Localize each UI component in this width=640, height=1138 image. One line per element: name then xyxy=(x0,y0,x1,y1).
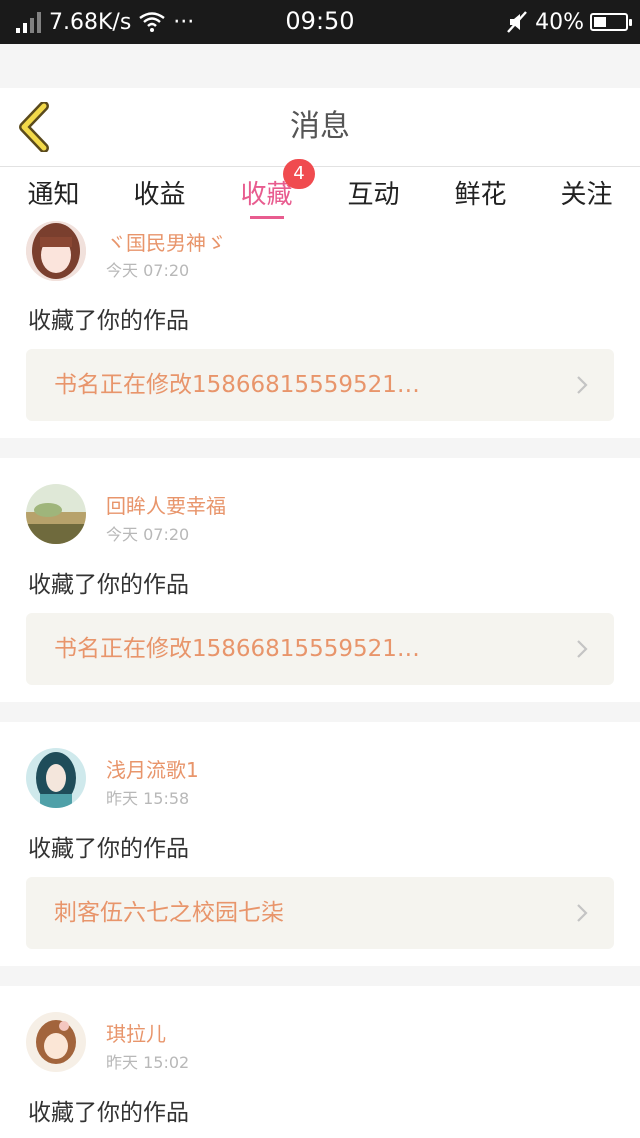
list-item: 琪拉儿 昨天 15:02 收藏了你的作品 xyxy=(0,986,640,1138)
work-link[interactable]: 书名正在修改15866815559521… xyxy=(26,349,614,421)
chevron-right-icon xyxy=(577,640,588,658)
tab-following[interactable]: 关注 xyxy=(533,167,640,225)
tab-interactions[interactable]: 互动 xyxy=(320,167,427,225)
active-tab-indicator xyxy=(249,216,284,219)
chevron-right-icon xyxy=(577,376,588,394)
avatar[interactable] xyxy=(26,484,86,544)
timestamp: 今天 07:20 xyxy=(106,525,190,544)
list-item: ヾ国民男神ゞ 今天 07:20 收藏了你的作品 书名正在修改1586681555… xyxy=(0,221,640,438)
status-bar: 7.68K/s ··· 09:50 40% xyxy=(0,0,640,44)
chevron-right-icon xyxy=(577,904,588,922)
tab-label: 鲜花 xyxy=(454,180,507,210)
tab-bar: 通知 收益 收藏 4 互动 鲜花 关注 xyxy=(0,159,640,225)
timestamp: 昨天 15:02 xyxy=(106,1053,190,1072)
username[interactable]: 回眸人要幸福 xyxy=(106,490,226,519)
tab-label: 收益 xyxy=(133,180,186,210)
status-right: 40% xyxy=(505,8,632,36)
page-header: 消息 xyxy=(0,88,640,167)
tab-label: 通知 xyxy=(27,180,80,210)
timestamp: 今天 07:20 xyxy=(106,261,190,280)
page-title: 消息 xyxy=(290,109,350,144)
avatar-image xyxy=(26,748,86,808)
avatar[interactable] xyxy=(26,748,86,808)
tab-flowers[interactable]: 鲜花 xyxy=(427,167,534,225)
work-title: 刺客伍六七之校园七柒 xyxy=(54,900,284,926)
username[interactable]: 浅月流歌1 xyxy=(106,754,199,783)
username[interactable]: ヾ国民男神ゞ xyxy=(106,227,226,256)
action-text: 收藏了你的作品 xyxy=(28,836,189,862)
timestamp: 昨天 15:58 xyxy=(106,789,190,808)
battery-percent: 40% xyxy=(535,9,584,35)
action-text: 收藏了你的作品 xyxy=(28,1100,189,1126)
tab-label: 关注 xyxy=(560,180,613,210)
tab-notifications[interactable]: 通知 xyxy=(0,167,107,225)
work-title: 书名正在修改15866815559521… xyxy=(54,372,420,398)
avatar-image xyxy=(26,221,86,281)
tab-label: 收藏 xyxy=(240,180,293,210)
unread-badge: 4 xyxy=(283,159,315,189)
battery-icon xyxy=(590,13,632,31)
avatar[interactable] xyxy=(26,1012,86,1072)
work-title: 书名正在修改15866815559521… xyxy=(54,636,420,662)
list-item: 浅月流歌1 昨天 15:58 收藏了你的作品 刺客伍六七之校园七柒 xyxy=(0,722,640,966)
tab-earnings[interactable]: 收益 xyxy=(106,167,213,225)
battery-fill xyxy=(594,17,606,27)
action-text: 收藏了你的作品 xyxy=(28,308,189,334)
action-text: 收藏了你的作品 xyxy=(28,572,189,598)
tab-label: 互动 xyxy=(347,180,400,210)
username[interactable]: 琪拉儿 xyxy=(106,1018,166,1047)
avatar-image xyxy=(26,1012,86,1072)
tab-favorites[interactable]: 收藏 4 xyxy=(213,159,320,225)
work-link[interactable]: 刺客伍六七之校园七柒 xyxy=(26,877,614,949)
avatar[interactable] xyxy=(26,221,86,281)
work-link[interactable]: 书名正在修改15866815559521… xyxy=(26,613,614,685)
list-item: 回眸人要幸福 今天 07:20 收藏了你的作品 书名正在修改1586681555… xyxy=(0,458,640,702)
avatar-image xyxy=(26,484,86,544)
mute-icon xyxy=(507,11,527,33)
